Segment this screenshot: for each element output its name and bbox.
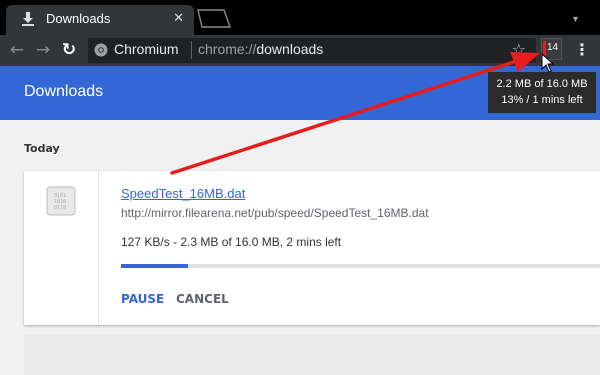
- url-host: downloads: [256, 41, 324, 57]
- chevron-down-icon[interactable]: ▾: [573, 14, 578, 25]
- file-icon[interactable]: 0101 1010 0110: [46, 186, 76, 216]
- tooltip-progress: 13% / 1 mins left: [501, 94, 583, 106]
- reload-icon[interactable]: ↻: [58, 39, 80, 61]
- section-date: Today: [24, 142, 60, 155]
- download-card: 0101 1010 0110 SpeedTest_16MB.dat http:/…: [24, 171, 600, 325]
- omnibox-origin: Chromium: [114, 41, 179, 57]
- url-scheme: chrome://: [198, 41, 257, 57]
- cancel-button[interactable]: CANCEL: [176, 292, 229, 306]
- star-icon[interactable]: ☆: [512, 40, 526, 59]
- download-card-partial: [24, 335, 600, 375]
- download-progress-bar: [121, 264, 600, 268]
- page-title: Downloads: [24, 83, 104, 100]
- arrow-right-icon[interactable]: →: [32, 39, 54, 61]
- browser-toolbar: ← → ↻ Chromium chrome://downloads ☆: [0, 35, 600, 66]
- omnibox-separator: [191, 41, 192, 59]
- file-icon-column: 0101 1010 0110: [24, 171, 99, 325]
- omnibox[interactable]: Chromium chrome://downloads ☆: [88, 38, 536, 63]
- tooltip-size: 2.2 MB of 16.0 MB: [496, 78, 588, 90]
- tab-downloads[interactable]: Downloads ✕: [6, 5, 194, 35]
- download-filename[interactable]: SpeedTest_16MB.dat: [121, 186, 245, 201]
- tab-strip: Downloads ✕ ▾: [0, 0, 600, 35]
- close-icon[interactable]: ✕: [173, 11, 184, 26]
- omnibox-url[interactable]: chrome://downloads: [198, 41, 323, 57]
- svg-text:0110: 0110: [54, 205, 66, 211]
- arrow-left-icon[interactable]: ←: [6, 39, 28, 61]
- chromium-icon: [94, 43, 108, 57]
- pause-button[interactable]: PAUSE: [121, 292, 164, 306]
- download-icon: [22, 12, 34, 26]
- mouse-cursor-icon: [541, 53, 555, 73]
- extension-tooltip: 2.2 MB of 16.0 MB 13% / 1 mins left: [488, 72, 596, 113]
- download-progress-fill: [121, 264, 189, 268]
- extension-badge-count: 14: [547, 42, 559, 53]
- download-url[interactable]: http://mirror.filearena.net/pub/speed/Sp…: [121, 206, 429, 220]
- new-tab-button[interactable]: [196, 8, 232, 28]
- three-dots-icon[interactable]: ⋮: [574, 40, 590, 60]
- tab-title: Downloads: [46, 11, 111, 26]
- download-status: 127 KB/s - 2.3 MB of 16.0 MB, 2 mins lef…: [121, 235, 342, 249]
